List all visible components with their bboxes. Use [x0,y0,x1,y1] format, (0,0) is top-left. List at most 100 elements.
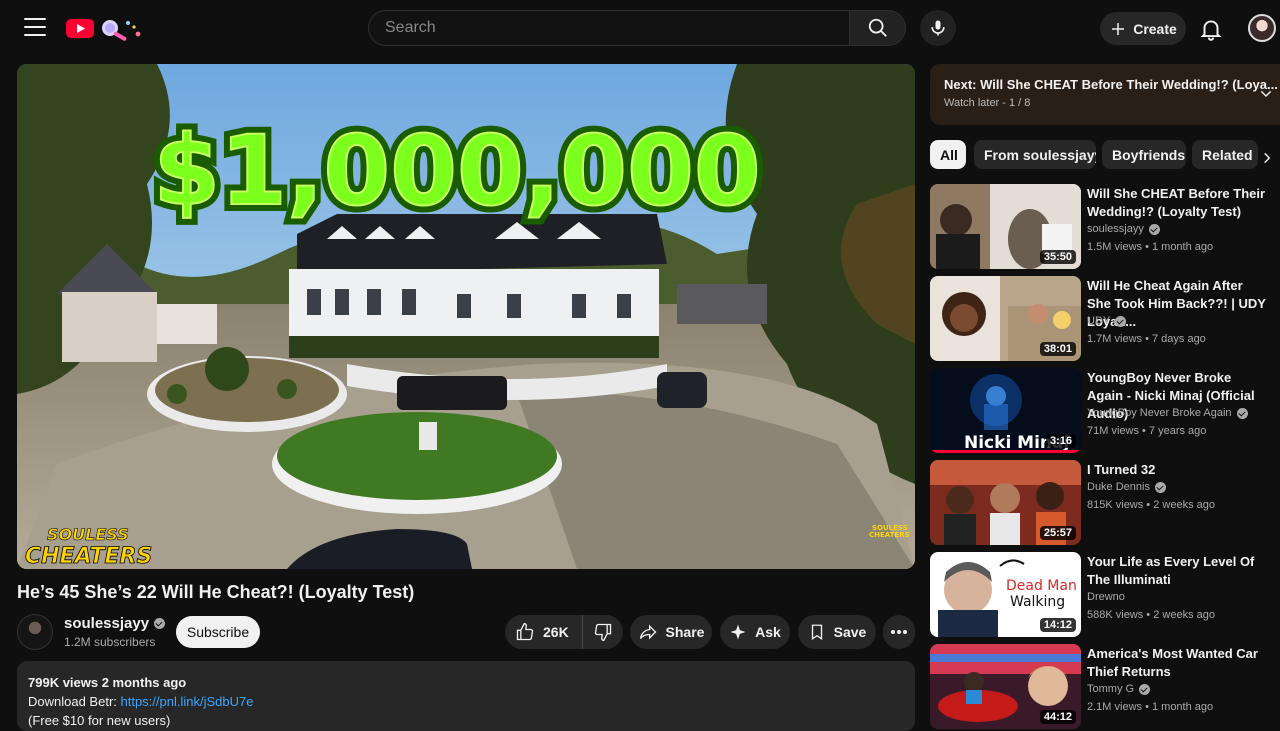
recommendation-title[interactable]: Your Life as Every Level Of The Illumina… [1087,553,1267,589]
recommendation-title[interactable]: I Turned 32 [1087,461,1267,479]
microphone-icon [931,20,945,36]
recommendation-title[interactable]: America's Most Wanted Car Thief Returns [1087,645,1267,681]
duration-badge: 44:12 [1039,710,1076,724]
up-next-title: Next: Will She CHEAT Before Their Weddin… [944,77,1278,92]
recommendation-channel[interactable]: YoungBoy Never Broke Again [1087,407,1232,419]
verified-badge-icon [1139,683,1151,695]
thumbnail-text-1: Dead Man [1006,578,1077,594]
corner-watermark-line2: CHEATERS [869,531,910,539]
recommendation-channel-row: soulessjayy [1087,223,1160,235]
recommendation-item[interactable]: Dead Man Walking 14:12 Your Life as Ever… [930,552,1280,638]
recommendation-item[interactable]: 44:12 America's Most Wanted Car Thief Re… [930,644,1280,730]
channel-name[interactable]: soulessjayy [64,615,149,632]
like-count: 26K [543,624,569,640]
share-button[interactable]: Share [630,615,712,649]
search-button[interactable] [850,10,906,46]
menu-icon[interactable] [24,18,46,38]
voice-search-button[interactable] [920,10,956,46]
recommendation-channel[interactable]: UDY [1087,315,1110,327]
notifications-bell-icon[interactable] [1198,16,1224,42]
verified-badge-icon [1148,223,1160,235]
subscriber-count: 1.2M subscribers [64,635,156,649]
more-actions-button[interactable] [883,615,915,649]
verified-badge-icon [1236,407,1248,419]
duration-badge: 35:50 [1039,250,1076,264]
recommendation-channel[interactable]: soulessjayy [1087,223,1144,235]
recommendation-thumbnail[interactable]: Nicki Minaj 3:16 [930,368,1081,453]
description-line3: (Free $10 for new users) [28,713,171,728]
recommendation-meta: 2.1M views • 1 month ago [1087,701,1214,713]
video-player[interactable]: $1,000,000 $1,000,000 SOULESS CHEATERS S… [17,64,915,569]
recommendation-thumbnail[interactable]: 44:12 [930,644,1081,729]
sparkle-icon [730,624,746,640]
chip-from-channel[interactable]: From soulessjayy [974,140,1096,169]
chevron-down-icon[interactable] [1258,86,1274,102]
description-line: Download Betr: https://pnl.link/jSdbU7e [28,692,904,711]
duration-badge: 25:57 [1039,526,1076,540]
save-label: Save [833,624,867,640]
youtube-logo[interactable] [66,17,146,41]
recommendation-channel[interactable]: Drewno [1087,591,1125,603]
search-input[interactable] [369,11,849,45]
verified-badge-icon [154,618,166,629]
chevron-right-icon[interactable] [1260,150,1274,166]
search-icon [868,18,887,37]
create-label: Create [1133,20,1177,37]
duration-badge: 14:12 [1039,618,1076,632]
recommendation-title[interactable]: Will She CHEAT Before Their Wedding!? (L… [1087,185,1267,221]
recommendation-channel-row: Duke Dennis [1087,481,1166,493]
recommendation-channel-row: UDY [1087,315,1127,327]
thumbnail-headline: $1,000,000 [153,115,760,227]
search-field[interactable] [368,10,850,46]
recommendation-meta: 815K views • 2 weeks ago [1087,499,1215,511]
recommendation-meta: 1.5M views • 1 month ago [1087,241,1214,253]
channel-avatar[interactable] [17,614,53,650]
chip-boyfriends[interactable]: Boyfriends [1102,140,1186,169]
channel-name-row[interactable]: soulessjayy [64,615,166,632]
recommendation-thumbnail[interactable]: Dead Man Walking 14:12 [930,552,1081,637]
up-next-subtitle: Watch later - 1 / 8 [944,97,1031,109]
recommendation-item[interactable]: 38:01 Will He Cheat Again After She Took… [930,276,1280,362]
chip-all[interactable]: All [930,140,966,169]
recommendation-thumbnail[interactable]: 38:01 [930,276,1081,361]
view-stats: 799K views 2 months ago [28,675,187,690]
thumbnail-text-2: Walking [1010,594,1065,610]
subscribe-button[interactable]: Subscribe [176,616,260,648]
description-link[interactable]: https://pnl.link/jSdbU7e [121,694,254,709]
playlist-up-next-panel[interactable]: Next: Will She CHEAT Before Their Weddin… [930,64,1280,125]
top-bar: Create [0,0,1280,56]
video-title: He’s 45 She’s 22 Will He Cheat?! (Loyalt… [17,582,415,602]
like-button[interactable]: 26K [505,615,583,649]
create-button[interactable]: Create [1100,12,1186,45]
description-prefix: Download Betr: [28,694,121,709]
recommendation-item[interactable]: Nicki Minaj 3:16 YoungBoy Never Broke Ag… [930,368,1280,454]
duration-badge: 38:01 [1039,342,1076,356]
bookmark-icon [811,624,822,641]
ask-label: Ask [755,624,781,640]
ask-button[interactable]: Ask [720,615,790,649]
recommendation-channel[interactable]: Tommy G [1087,683,1134,695]
recommendation-channel[interactable]: Duke Dennis [1087,481,1150,493]
duration-badge: 3:16 [1045,434,1076,448]
description-box[interactable]: 799K views 2 months ago Download Betr: h… [17,661,915,731]
dislike-button[interactable] [583,615,623,649]
recommendation-meta: 71M views • 7 years ago [1087,425,1207,437]
chip-related[interactable]: Related [1192,140,1258,169]
recommendation-thumbnail[interactable]: 25:57 [930,460,1081,545]
share-icon [639,624,656,640]
account-avatar[interactable] [1248,14,1276,42]
more-horizontal-icon [891,630,907,634]
verified-badge-icon [1115,315,1127,327]
filter-chips: All From soulessjayy Boyfriends Related [930,140,1280,170]
watermark-line1: SOULESS [47,525,129,544]
save-button[interactable]: Save [798,615,876,649]
recommendation-item[interactable]: 35:50 Will She CHEAT Before Their Weddin… [930,184,1280,270]
watermark-line2: CHEATERS [25,544,152,569]
share-label: Share [665,624,705,640]
recommendation-thumbnail[interactable]: 35:50 [930,184,1081,269]
recommendation-item[interactable]: 25:57 I Turned 32 Duke Dennis 815K views… [930,460,1280,546]
thumbs-up-icon [516,622,534,641]
recommendation-channel-row: Drewno [1087,591,1125,603]
recommendation-meta: 588K views • 2 weeks ago [1087,609,1215,621]
like-dislike-group: 26K [505,615,623,649]
